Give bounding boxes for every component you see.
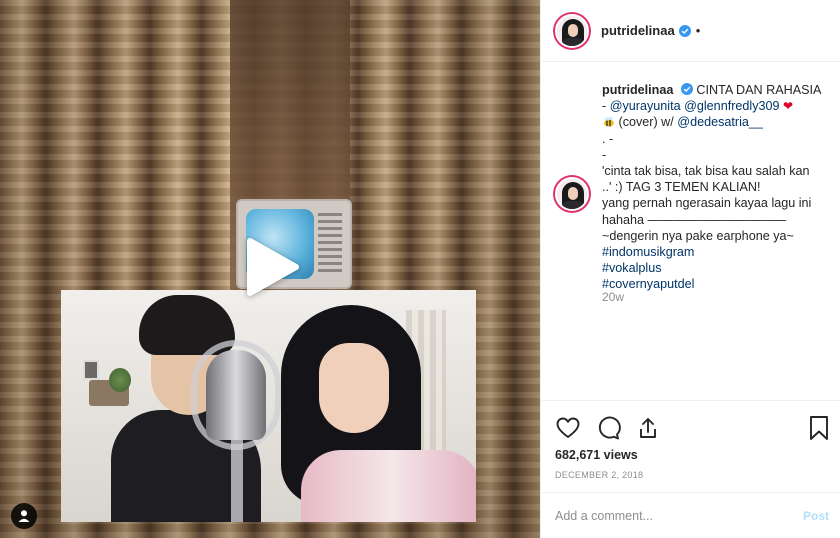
female-singer-face (319, 343, 389, 433)
header-separator: • (695, 23, 701, 38)
caption-cover-text: (cover) w/ (615, 115, 678, 130)
caption-avatar[interactable] (555, 177, 589, 211)
post-age[interactable]: 20w (602, 290, 624, 304)
caption-username[interactable]: putridelinaa (602, 83, 673, 97)
hashtag-link[interactable]: #vokalplus (602, 260, 832, 276)
action-icons (555, 415, 661, 441)
caption-line: 'cinta tak bisa, tak bisa kau salah kan (602, 164, 810, 179)
studio-microphone (206, 350, 266, 440)
comment-input[interactable] (555, 508, 803, 523)
mention-link[interactable]: @dedesatria__ (677, 115, 763, 129)
caption-line: - (602, 147, 607, 162)
bookmark-icon[interactable] (807, 415, 831, 441)
caption-line: ..' :) TAG 3 TEMEN KALIAN! (602, 180, 761, 195)
verified-badge-icon (678, 24, 691, 37)
caption-title: CINTA DAN RAHASIA (696, 83, 822, 97)
studio-photo (61, 290, 476, 522)
post-comment-button[interactable]: Post (803, 509, 829, 523)
hashtag-link[interactable]: #covernyaputdel (602, 276, 832, 292)
share-icon[interactable] (635, 415, 661, 441)
caption-line: . - (602, 131, 614, 146)
tag-users-button[interactable] (11, 503, 37, 529)
post-details-panel: putridelinaa • putridelinaa CINTA DAN RA… (540, 0, 840, 538)
heart-emoji: ❤ (783, 99, 794, 114)
caption-dash: - (602, 99, 610, 114)
mention-link[interactable]: @glennfredly309 (684, 99, 779, 113)
instagram-post: putridelinaa • putridelinaa CINTA DAN RA… (0, 0, 840, 538)
verified-badge-icon (680, 83, 693, 95)
tv-speaker-grille (318, 213, 342, 273)
post-media[interactable] (0, 0, 540, 538)
play-button[interactable] (244, 237, 300, 297)
post-header: putridelinaa • (541, 0, 840, 62)
post-actions: 682,671 views DECEMBER 2, 2018 (541, 400, 840, 492)
hashtag-link[interactable]: #indomusikgram (602, 244, 832, 260)
caption-area: putridelinaa CINTA DAN RAHASIA - @yurayu… (541, 62, 840, 402)
play-icon (247, 238, 299, 296)
female-singer-body (301, 450, 476, 522)
caption-line: ~dengerin nya pake earphone ya~ (602, 228, 794, 243)
view-count[interactable]: 682,671 views (555, 448, 638, 462)
picture-frame (83, 360, 99, 380)
caption-line: hahaha ——————————— (602, 212, 787, 227)
female-singer (261, 305, 476, 522)
caption-text: putridelinaa CINTA DAN RAHASIA - @yurayu… (602, 82, 832, 293)
bee-emoji-icon (604, 117, 614, 128)
mention-link[interactable]: @yurayunita (610, 99, 681, 113)
header-username[interactable]: putridelinaa (601, 23, 675, 38)
post-date[interactable]: DECEMBER 2, 2018 (555, 470, 643, 480)
caption-line: yang pernah ngerasain kayaa lagu ini (602, 196, 812, 211)
heart-icon[interactable] (555, 415, 581, 441)
comment-bar: Post (541, 492, 840, 538)
user-icon (18, 510, 30, 522)
avatar[interactable] (555, 13, 589, 48)
comment-icon[interactable] (595, 415, 621, 441)
